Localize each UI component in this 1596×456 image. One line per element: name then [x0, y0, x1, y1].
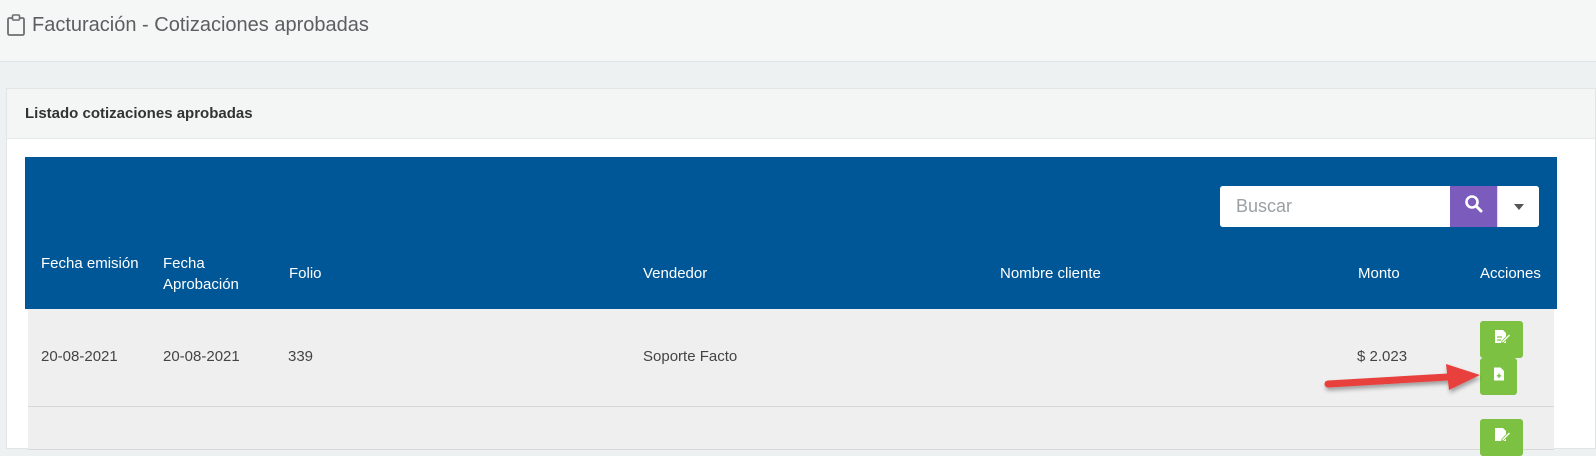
- search-icon: [1464, 194, 1484, 219]
- edit-document-icon: [1493, 427, 1511, 448]
- search-options-dropdown[interactable]: [1497, 186, 1539, 227]
- cell-fecha-aprobacion: 20-08-2021: [163, 348, 240, 365]
- search-input[interactable]: [1220, 186, 1450, 227]
- clipboard-icon: [6, 13, 26, 42]
- panel-title: Listado cotizaciones aprobadas: [25, 105, 253, 122]
- edit-quote-button[interactable]: [1480, 419, 1523, 456]
- panel-heading: Listado cotizaciones aprobadas: [7, 89, 1595, 139]
- column-header-fecha-emision[interactable]: Fecha emisión: [41, 253, 141, 274]
- cell-vendedor: Soporte Facto: [643, 348, 738, 365]
- page-header: Facturación - Cotizaciones aprobadas: [0, 0, 1596, 62]
- table-header: Fecha emisión Fecha Aprobación Folio Ven…: [25, 157, 1557, 309]
- caret-down-icon: [1513, 198, 1525, 216]
- column-header-monto[interactable]: Monto: [1358, 263, 1400, 284]
- edit-quote-button[interactable]: [1480, 321, 1523, 358]
- column-header-nombre-cliente[interactable]: Nombre cliente: [1000, 263, 1101, 284]
- column-header-folio[interactable]: Folio: [289, 263, 322, 284]
- cell-fecha-emision: 20-08-2021: [41, 348, 118, 365]
- column-header-fecha-aprobacion[interactable]: Fecha Aprobación: [163, 253, 263, 295]
- annotation-arrow-icon: [1324, 364, 1480, 390]
- search-button[interactable]: [1450, 186, 1497, 227]
- table-row: [28, 407, 1554, 456]
- page-title: Facturación - Cotizaciones aprobadas: [32, 14, 369, 36]
- cell-folio: 339: [288, 348, 314, 365]
- search-group: [1220, 186, 1539, 227]
- column-header-vendedor[interactable]: Vendedor: [643, 263, 707, 284]
- edit-document-icon: [1493, 329, 1511, 350]
- column-header-acciones: Acciones: [1480, 265, 1541, 282]
